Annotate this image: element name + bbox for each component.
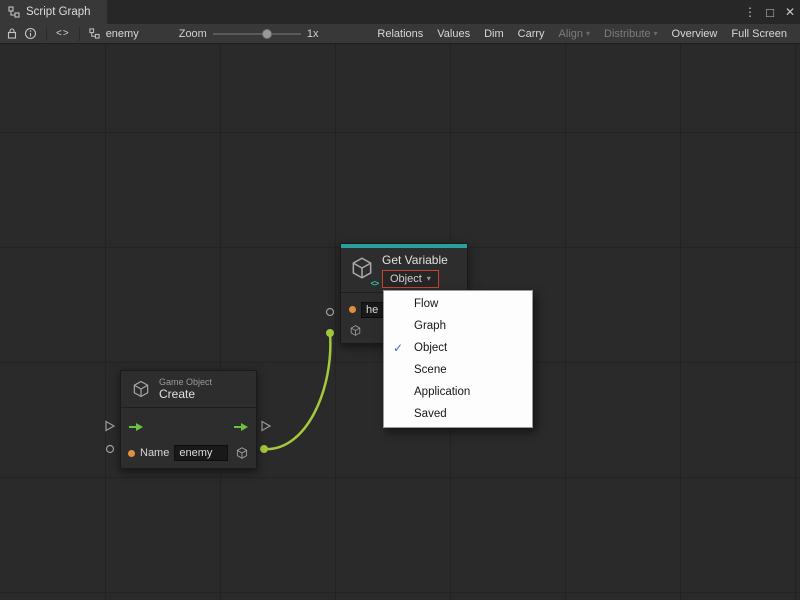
variable-kind-value: Object [390,273,422,285]
menu-item-scene[interactable]: Scene [384,359,532,381]
zoom-slider[interactable] [213,27,301,41]
variable-icon: <> [349,255,375,286]
dim-button[interactable]: Dim [477,24,511,43]
script-graph-icon [8,6,20,18]
titlebar: Script Graph ⋮ □ ✕ [0,0,800,24]
menu-item-label: Saved [414,408,447,420]
menu-item-label: Scene [414,364,447,376]
menu-item-application[interactable]: Application [384,381,532,403]
menu-item-label: Graph [414,320,446,332]
variable-name-input-port[interactable] [324,306,336,318]
align-button: Align ▾ [552,24,597,43]
code-badge-icon: <> [371,279,378,288]
game-object-icon [131,379,151,399]
zoom-slider-track [213,33,301,35]
toolbar-separator [46,27,47,41]
relations-button[interactable]: Relations [370,24,430,43]
flow-out-arrow-icon[interactable] [233,422,249,432]
string-port-dot [349,306,356,313]
create-node-titles: Game Object Create [159,377,212,401]
full-screen-button[interactable]: Full Screen [724,24,794,43]
menu-item-object[interactable]: ✓ Object [384,337,532,359]
name-label: Name [140,447,169,459]
graph-name[interactable]: enemy [106,28,139,40]
code-view-icon[interactable]: <> [56,28,70,39]
string-port-dot [128,450,135,457]
name-row: Name enemy [121,440,256,466]
zoom-slider-handle[interactable] [262,29,272,39]
chevron-down-icon: ▾ [586,29,590,38]
align-label: Align [559,28,583,40]
get-variable-header: <> Get Variable Object ▾ [341,248,467,292]
menu-item-label: Object [414,342,447,354]
variable-kind-menu: Flow Graph ✓ Object Scene Application Sa… [383,290,533,428]
info-icon[interactable] [24,27,37,40]
graph-asset-icon [89,28,100,39]
toolbar: <> enemy Zoom 1x Relations Values Dim Ca… [0,24,800,44]
overview-button[interactable]: Overview [665,24,725,43]
flow-in-arrow-icon[interactable] [128,422,144,432]
carry-button[interactable]: Carry [511,24,552,43]
menu-item-saved[interactable]: Saved [384,403,532,425]
zoom-value: 1x [307,28,319,40]
tab-title: Script Graph [26,6,91,18]
titlebar-spacer [107,0,740,24]
toolbar-separator [79,27,80,41]
zoom-label: Zoom [179,28,207,40]
graph-canvas[interactable]: Game Object Create Name [0,44,800,600]
window-close-button[interactable]: ✕ [780,0,800,24]
create-name-input-port[interactable] [104,443,116,455]
menu-item-flow[interactable]: Flow [384,293,532,315]
create-node-body: Name enemy [121,408,256,466]
check-icon: ✓ [393,341,403,355]
menu-item-label: Application [414,386,470,398]
menu-item-graph[interactable]: Graph [384,315,532,337]
chevron-down-icon: ▾ [654,29,658,38]
game-object-output-icon[interactable] [235,446,249,460]
distribute-button: Distribute ▾ [597,24,664,43]
variable-kind-dropdown[interactable]: Object ▾ [382,270,439,288]
script-graph-window: Script Graph ⋮ □ ✕ <> [0,0,800,600]
chevron-down-icon: ▾ [427,274,431,283]
name-input[interactable]: enemy [174,445,228,461]
values-button[interactable]: Values [430,24,477,43]
flow-input-port[interactable] [104,420,116,432]
create-node[interactable]: Game Object Create Name [120,370,257,469]
node-title: Get Variable [382,253,448,267]
game-object-input-icon[interactable] [349,324,362,337]
tab-script-graph[interactable]: Script Graph [0,0,107,24]
flow-output-port[interactable] [260,420,272,432]
flow-row [121,414,256,440]
window-maximize-button[interactable]: □ [760,0,780,24]
node-title: Create [159,388,212,401]
create-node-header: Game Object Create [121,371,256,408]
toolbar-buttons: Relations Values Dim Carry Align ▾ Distr… [370,24,794,43]
get-variable-titles: Get Variable Object ▾ [382,253,448,288]
window-menu-button[interactable]: ⋮ [740,0,760,24]
menu-item-label: Flow [414,298,438,310]
lock-icon[interactable] [6,27,18,40]
distribute-label: Distribute [604,28,650,40]
